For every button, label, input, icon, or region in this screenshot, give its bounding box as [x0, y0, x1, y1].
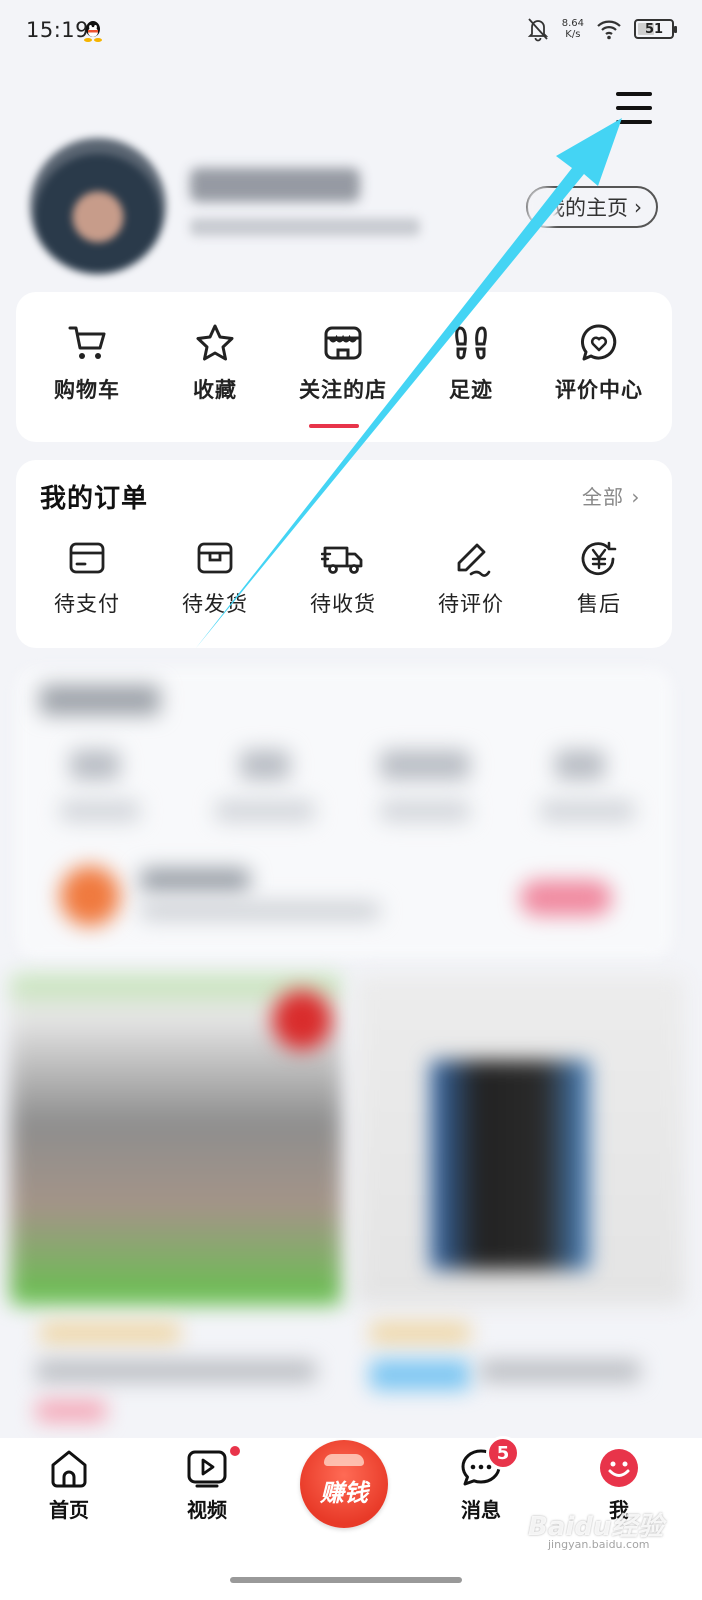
- nav-video[interactable]: 视频: [162, 1446, 252, 1523]
- blurred-block: [140, 868, 250, 892]
- net-speed-value: 8.64: [561, 18, 584, 29]
- order-item-pending-receipt[interactable]: 待收货: [283, 540, 403, 618]
- wifi-icon: [597, 20, 621, 40]
- quick-item-label: 关注的店: [299, 378, 387, 402]
- battery-indicator: 51: [634, 19, 677, 39]
- status-time: 15:19: [26, 18, 90, 42]
- battery-level: 51: [644, 21, 664, 37]
- chevron-right-icon: ›: [634, 195, 642, 219]
- order-item-after-sales[interactable]: 售后: [539, 540, 659, 618]
- order-item-label: 待收货: [310, 592, 376, 616]
- blurred-text: [36, 1400, 106, 1422]
- order-item-label: 待评价: [438, 592, 504, 616]
- blurred-text: [480, 1360, 640, 1382]
- my-homepage-button[interactable]: 我的主页 ›: [526, 186, 658, 228]
- chevron-right-icon: ›: [631, 485, 641, 509]
- cart-icon: [68, 326, 106, 359]
- blurred-block: [540, 800, 635, 822]
- blurred-block: [60, 800, 140, 822]
- avatar[interactable]: [30, 138, 166, 274]
- nav-earn-button[interactable]: 赚钱: [300, 1440, 388, 1528]
- truck-icon: [321, 546, 363, 574]
- blurred-section-title: [40, 685, 160, 715]
- quick-item-review-center[interactable]: 评价中心: [539, 322, 659, 404]
- blurred-product-photo: [430, 1060, 590, 1270]
- blurred-button: [520, 880, 612, 916]
- box-icon: [197, 542, 233, 574]
- quick-item-followed-stores[interactable]: 关注的店: [283, 322, 403, 404]
- quick-item-label: 评价中心: [555, 378, 643, 402]
- blurred-text: [370, 1360, 470, 1390]
- orders-all-label: 全部: [582, 485, 624, 509]
- blurred-block: [70, 750, 120, 780]
- blurred-block: [555, 750, 605, 780]
- quick-item-cart[interactable]: 购物车: [27, 322, 147, 404]
- user-subtitle-blurred: [190, 218, 420, 236]
- order-item-pending-shipment[interactable]: 待发货: [155, 540, 275, 618]
- message-count-badge: 5: [486, 1436, 520, 1470]
- active-tab-indicator: [309, 424, 359, 428]
- order-item-label: 待支付: [54, 592, 120, 616]
- order-item-label: 售后: [577, 592, 621, 616]
- earn-label: 赚钱: [320, 1478, 368, 1507]
- me-icon: [600, 1449, 638, 1487]
- blurred-avatar: [60, 866, 120, 926]
- mute-bell-icon: [527, 18, 548, 42]
- order-item-pending-payment[interactable]: 待支付: [27, 540, 147, 618]
- blurred-text: [370, 1322, 470, 1344]
- quick-item-favorites[interactable]: 收藏: [155, 322, 275, 404]
- nav-label: 消息: [461, 1498, 501, 1522]
- blurred-text: [36, 1360, 316, 1382]
- nav-home[interactable]: 首页: [24, 1446, 114, 1523]
- blurred-block: [240, 750, 290, 780]
- blurred-block: [380, 750, 470, 780]
- quick-item-label: 收藏: [193, 378, 237, 402]
- status-indicators: 8.64 K/s 51: [526, 16, 677, 42]
- review-heart-icon: [581, 324, 617, 361]
- blurred-block: [215, 800, 315, 822]
- orders-all-link[interactable]: 全部 ›: [582, 481, 640, 510]
- username-blurred: [190, 168, 360, 202]
- nav-label: 首页: [49, 1498, 89, 1522]
- yuan-refund-icon: [581, 541, 617, 576]
- nav-label: 视频: [187, 1498, 227, 1522]
- qq-icon: [84, 21, 102, 42]
- quick-item-label: 足迹: [449, 378, 493, 402]
- video-icon: [187, 1450, 227, 1488]
- net-speed-unit: K/s: [565, 29, 581, 40]
- order-item-label: 待发货: [182, 592, 248, 616]
- quick-item-label: 购物车: [54, 378, 120, 402]
- order-item-pending-review[interactable]: 待评价: [411, 540, 531, 618]
- blurred-block: [380, 800, 470, 822]
- watermark-url: jingyan.baidu.com: [548, 1538, 650, 1551]
- store-icon: [324, 326, 362, 360]
- star-icon: [196, 324, 234, 361]
- menu-icon[interactable]: [612, 88, 656, 128]
- quick-item-footprints[interactable]: 足迹: [411, 322, 531, 404]
- blurred-text: [40, 1322, 180, 1344]
- net-speed: 8.64 K/s: [562, 18, 584, 40]
- video-notification-dot: [228, 1444, 242, 1458]
- footprint-icon: [455, 326, 487, 360]
- blurred-product-tag: [272, 990, 332, 1050]
- orders-title: 我的订单: [40, 484, 149, 514]
- card-icon: [69, 542, 105, 574]
- blurred-block: [140, 902, 380, 920]
- pen-icon: [457, 543, 491, 577]
- home-icon: [51, 1450, 87, 1488]
- home-indicator[interactable]: [230, 1577, 462, 1583]
